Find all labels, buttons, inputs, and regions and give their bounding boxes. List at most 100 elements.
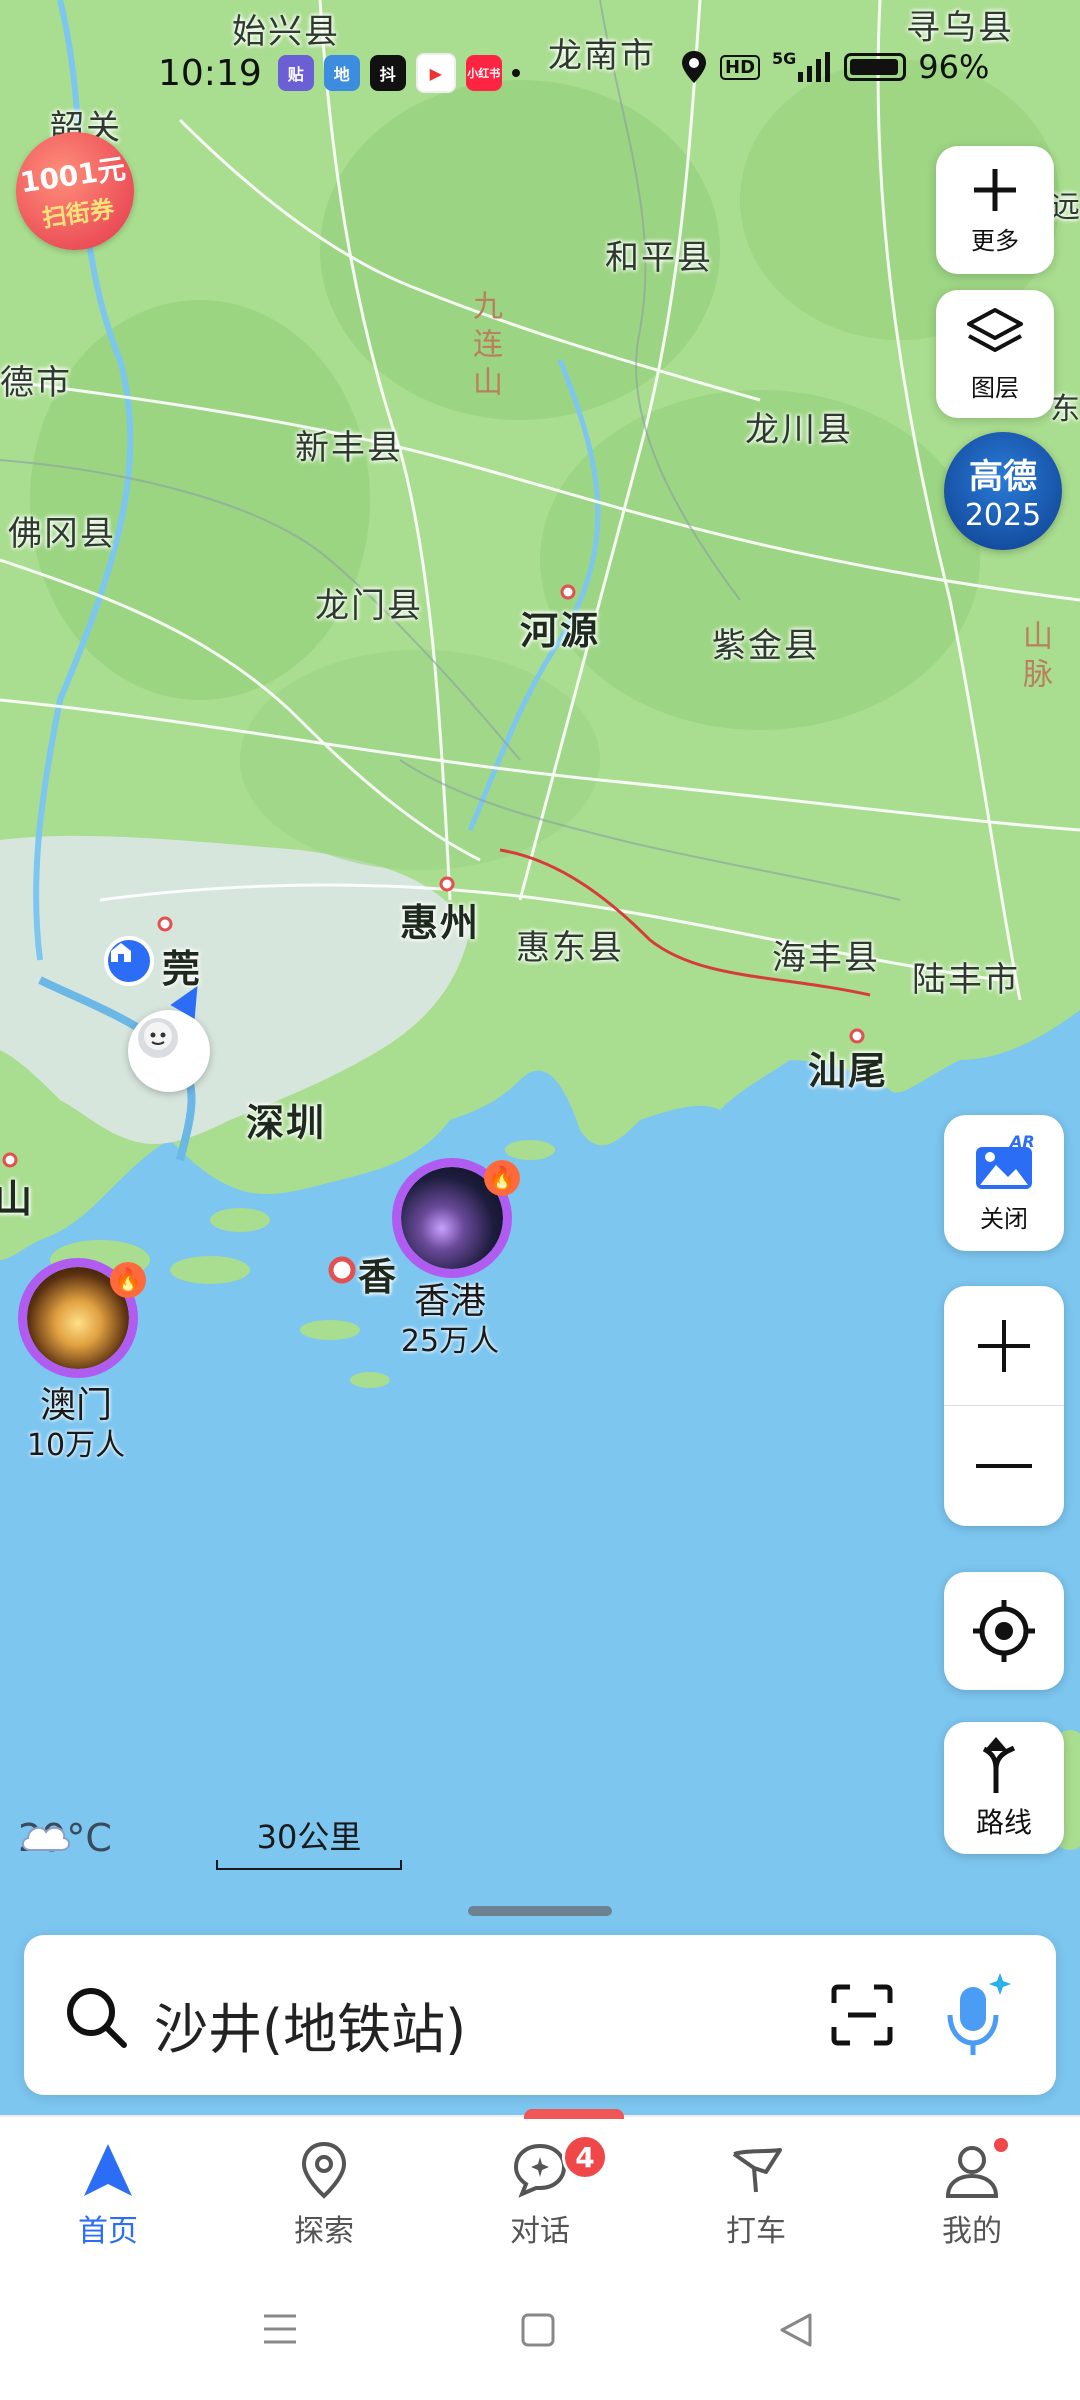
tab-label: 我的: [942, 2214, 1002, 2249]
ar-photo-icon: AR: [976, 1133, 1035, 1189]
fire-icon: 🔥: [110, 1262, 146, 1298]
network-type: 5G: [772, 48, 797, 68]
hotspot-count: 10万人: [26, 1428, 126, 1463]
sheet-drag-handle[interactable]: [468, 1906, 612, 1916]
place-label: 陆丰市: [912, 960, 1020, 1000]
minus-icon: [976, 1464, 1032, 1469]
unread-badge: 4: [562, 2134, 608, 2180]
tab-home[interactable]: 首页: [38, 2140, 178, 2250]
zoom-out-button[interactable]: [944, 1407, 1064, 1525]
plus-icon: [974, 168, 1016, 211]
my-location-avatar[interactable]: [128, 1010, 210, 1092]
place-label: 海丰县: [772, 938, 880, 978]
search-icon: [67, 1988, 127, 2048]
ar-button[interactable]: AR 关闭: [944, 1115, 1064, 1251]
zoom-control: [944, 1286, 1064, 1526]
scale-bar: [216, 1860, 402, 1870]
scale-label: 30公里: [256, 1818, 362, 1856]
scan-icon[interactable]: [830, 1983, 894, 2047]
place-label: 河源: [520, 609, 601, 653]
tiktok-icon: 抖: [369, 55, 406, 91]
mountain-label: 九连山: [467, 290, 502, 404]
weather-widget[interactable]: 29°C: [18, 1816, 112, 1860]
system-nav-bar: [0, 2300, 1080, 2360]
search-input[interactable]: 沙井(地铁站): [154, 1985, 466, 2064]
place-label: 惠东县: [516, 928, 624, 968]
edge-label: 东: [1050, 392, 1080, 427]
status-bar-right: HD 5G 96%: [680, 48, 989, 86]
place-label: 山: [0, 1177, 35, 1221]
location-pin-icon: [301, 2141, 347, 2199]
tab-label: 首页: [78, 2214, 138, 2249]
place-label: 惠州: [400, 901, 481, 945]
locate-me-button[interactable]: [944, 1572, 1064, 1690]
place-label: 佛冈县: [8, 514, 116, 554]
plus-icon: [978, 1319, 1030, 1372]
place-label: 龙门县: [315, 586, 423, 626]
tab-explore[interactable]: 探索: [254, 2140, 394, 2250]
more-label: 更多: [971, 226, 1019, 255]
status-bar: 10:19 贴 地 抖 ▶ 小红书: [158, 48, 520, 98]
notification-app-icon: 地: [323, 55, 360, 91]
hotspot-label: 香港 25万人: [380, 1282, 520, 1362]
home-pin-icon[interactable]: [104, 936, 154, 986]
svg-text:AR: AR: [1008, 1133, 1035, 1151]
more-button[interactable]: 更多: [936, 146, 1054, 274]
place-label: 德市: [0, 363, 72, 403]
navigation-arrow-icon: [84, 2144, 132, 2196]
home-square-icon[interactable]: [520, 2312, 556, 2348]
status-time: 10:19: [158, 52, 262, 94]
user-icon: [945, 2146, 999, 2198]
ar-label: 关闭: [980, 1204, 1028, 1233]
taxi-flag-icon: [732, 2148, 782, 2193]
place-label: 和平县: [605, 238, 713, 278]
crosshair-icon: [973, 1600, 1035, 1662]
edge-label: 远: [1050, 190, 1080, 225]
layers-button[interactable]: 图层: [936, 290, 1054, 418]
badge-line2: 2025: [964, 498, 1042, 533]
route-label: 路线: [975, 1806, 1032, 1839]
notification-app-icon: 贴: [277, 55, 314, 91]
place-label: 龙川县: [745, 410, 853, 450]
notification-dot: [994, 2138, 1008, 2152]
chat-bubble-icon: [513, 2143, 567, 2198]
tab-label: 对话: [510, 2214, 570, 2249]
tab-label: 探索: [294, 2214, 354, 2249]
tab-chat[interactable]: 对话 4: [470, 2134, 610, 2250]
location-icon: [682, 51, 706, 83]
place-label: 龙南市: [548, 36, 656, 76]
hotspot-label: 澳门 10万人: [6, 1386, 146, 1466]
mountain-label: 山脉: [1017, 620, 1052, 696]
back-triangle-icon[interactable]: [778, 2312, 814, 2348]
place-label: 始兴县: [232, 12, 340, 52]
xiaohongshu-icon: 小红书: [465, 55, 502, 91]
hd-badge: HD: [720, 54, 761, 80]
hotspot-name: 香港: [413, 1281, 486, 1322]
layers-icon: [967, 307, 1023, 352]
search-bar[interactable]: 沙井(地铁站): [24, 1935, 1056, 2095]
badge-line1: 高德: [969, 457, 1037, 497]
route-button[interactable]: 路线: [944, 1722, 1064, 1854]
video-app-icon: ▶: [415, 53, 456, 93]
cloud-icon: [22, 1826, 70, 1851]
hotspot-count: 25万人: [400, 1324, 500, 1359]
microphone-icon[interactable]: [944, 1971, 1016, 2061]
route-arrow-icon: [982, 1737, 1016, 1793]
map-scale: 30公里: [216, 1812, 402, 1870]
hotspot-name: 澳门: [39, 1385, 112, 1426]
amap-2025-badge[interactable]: 高德 2025: [944, 432, 1062, 550]
fire-icon: 🔥: [484, 1160, 520, 1196]
tab-taxi[interactable]: 打车: [686, 2140, 826, 2250]
zoom-in-button[interactable]: [944, 1287, 1064, 1406]
tab-highlight: [524, 2109, 624, 2119]
menu-icon[interactable]: [262, 2312, 298, 2346]
place-label: 汕尾: [808, 1049, 889, 1093]
map-canvas[interactable]: 始兴县 龙南市 寻乌县 韶关 和平县 德市 新丰县 龙川县 佛冈县 龙门县 河源…: [0, 0, 1080, 2110]
battery-level: 96%: [918, 48, 990, 86]
place-label: 寻乌县: [906, 8, 1014, 48]
dot-icon: [511, 69, 520, 77]
battery-icon: [844, 53, 907, 81]
layers-label: 图层: [971, 373, 1019, 402]
signal-icon: [798, 52, 831, 82]
tab-profile[interactable]: 我的: [902, 2138, 1042, 2250]
